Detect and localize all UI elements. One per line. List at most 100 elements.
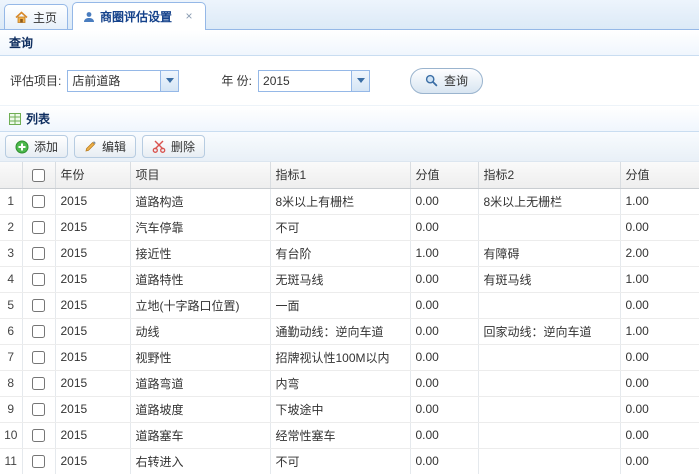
year-combobox[interactable] — [258, 69, 371, 92]
row-checkbox[interactable] — [32, 221, 45, 235]
cell-score2: 0.00 — [620, 214, 699, 241]
cell-year: 2015 — [55, 448, 131, 474]
cell-score1: 0.00 — [410, 370, 479, 397]
chevron-down-icon — [165, 78, 174, 83]
home-icon — [15, 10, 28, 24]
tab-home[interactable]: 主页 — [4, 4, 69, 29]
tab-home-label: 主页 — [33, 10, 58, 25]
table-row[interactable]: 10 2015 道路塞车 经常性塞车 0.00 0.00 — [0, 422, 699, 449]
project-field-label: 评估项目: — [10, 74, 62, 88]
cell-indicator1: 无斑马线 — [270, 266, 411, 293]
cell-score1: 0.00 — [410, 344, 479, 371]
row-number: 1 — [0, 188, 23, 215]
search-icon — [425, 74, 438, 87]
cell-score2: 0.00 — [620, 370, 699, 397]
table-row[interactable]: 2 2015 汽车停靠 不可 0.00 0.00 — [0, 214, 699, 241]
cell-score2: 1.00 — [620, 188, 699, 215]
edit-button-label: 编辑 — [102, 140, 127, 154]
table-row[interactable]: 11 2015 右转进入 不可 0.00 0.00 — [0, 448, 699, 474]
cell-score1: 0.00 — [410, 188, 479, 215]
cell-indicator2: 有障碍 — [478, 240, 621, 267]
table-row[interactable]: 8 2015 道路弯道 内弯 0.00 0.00 — [0, 370, 699, 397]
row-checkbox-cell — [22, 370, 56, 397]
year-combobox-input[interactable] — [259, 70, 352, 91]
cell-indicator2 — [478, 448, 621, 474]
cell-score1: 0.00 — [410, 422, 479, 449]
project-combobox[interactable] — [67, 69, 180, 92]
cell-score1: 0.00 — [410, 318, 479, 345]
header-row-number — [0, 162, 23, 189]
table-row[interactable]: 3 2015 接近性 有台阶 1.00 有障碍 2.00 — [0, 240, 699, 267]
cell-project: 道路坡度 — [130, 396, 271, 423]
tab-shangquan-label: 商圈评估设置 — [100, 10, 173, 24]
header-score2: 分值 — [620, 162, 699, 189]
cell-year: 2015 — [55, 396, 131, 423]
add-icon — [15, 140, 29, 154]
table-row[interactable]: 6 2015 动线 通勤动线：逆向车道 0.00 回家动线：逆向车道 1.00 — [0, 318, 699, 345]
row-checkbox-cell — [22, 240, 56, 267]
cell-project: 立地(十字路口位置) — [130, 292, 271, 319]
cell-project: 道路塞车 — [130, 422, 271, 449]
list-grid-icon — [9, 112, 21, 125]
row-checkbox[interactable] — [32, 299, 45, 313]
cell-year: 2015 — [55, 370, 131, 397]
cell-indicator2: 有斑马线 — [478, 266, 621, 293]
cell-indicator2: 回家动线：逆向车道 — [478, 318, 621, 345]
row-checkbox[interactable] — [32, 455, 45, 469]
table-row[interactable]: 5 2015 立地(十字路口位置) 一面 0.00 0.00 — [0, 292, 699, 319]
year-combobox-arrow[interactable] — [351, 70, 370, 91]
cell-score2: 0.00 — [620, 448, 699, 474]
table-header: 年份 项目 指标1 分值 指标2 分值 — [0, 162, 699, 189]
row-checkbox[interactable] — [32, 429, 45, 443]
cell-score2: 1.00 — [620, 318, 699, 345]
cell-score1: 0.00 — [410, 214, 479, 241]
table-row[interactable]: 7 2015 视野性 招牌视认性100M以内 0.00 0.00 — [0, 344, 699, 371]
table-row[interactable]: 9 2015 道路坡度 下坡途中 0.00 0.00 — [0, 396, 699, 423]
cell-year: 2015 — [55, 318, 131, 345]
data-table: 年份 项目 指标1 分值 指标2 分值 1 2015 道路构造 8米以上有栅栏 0.00… — [0, 162, 699, 474]
header-score1: 分值 — [410, 162, 479, 189]
cell-year: 2015 — [55, 292, 131, 319]
table-row[interactable]: 1 2015 道路构造 8米以上有栅栏 0.00 8米以上无栅栏 1.00 — [0, 188, 699, 215]
query-form: 评估项目: 年 份: 查询 — [0, 56, 699, 106]
cell-indicator1: 通勤动线：逆向车道 — [270, 318, 411, 345]
cell-project: 动线 — [130, 318, 271, 345]
cell-year: 2015 — [55, 344, 131, 371]
row-checkbox[interactable] — [32, 273, 45, 287]
edit-button[interactable]: 编辑 — [74, 135, 137, 158]
table-row[interactable]: 4 2015 道路特性 无斑马线 0.00 有斑马线 1.00 — [0, 266, 699, 293]
cell-project: 道路构造 — [130, 188, 271, 215]
row-number: 9 — [0, 396, 23, 423]
add-button[interactable]: 添加 — [5, 135, 69, 158]
cell-score2: 0.00 — [620, 396, 699, 423]
project-combobox-arrow[interactable] — [160, 70, 179, 91]
search-button[interactable]: 查询 — [410, 67, 484, 94]
row-checkbox[interactable] — [32, 325, 45, 339]
row-number: 2 — [0, 214, 23, 241]
year-field-label: 年 份: — [221, 74, 253, 88]
row-checkbox-cell — [22, 292, 56, 319]
row-checkbox-cell — [22, 266, 56, 293]
list-panel-header: 列表 — [0, 106, 699, 132]
project-combobox-input[interactable] — [68, 70, 161, 91]
row-checkbox-cell — [22, 188, 56, 215]
cell-score1: 0.00 — [410, 292, 479, 319]
tab-shangquan-settings[interactable]: 商圈评估设置 × — [72, 2, 207, 30]
row-checkbox[interactable] — [32, 351, 45, 365]
row-checkbox[interactable] — [32, 195, 45, 209]
cell-indicator1: 不可 — [270, 214, 411, 241]
row-checkbox-cell — [22, 214, 56, 241]
search-button-label: 查询 — [444, 74, 469, 88]
row-checkbox[interactable] — [32, 377, 45, 391]
select-all-checkbox[interactable] — [32, 168, 45, 182]
add-button-label: 添加 — [34, 140, 59, 154]
cell-indicator2 — [478, 396, 621, 423]
row-checkbox[interactable] — [32, 403, 45, 417]
row-number: 11 — [0, 448, 23, 474]
close-icon[interactable]: × — [183, 10, 195, 23]
delete-scissors-icon — [152, 140, 166, 153]
delete-button[interactable]: 删除 — [142, 135, 206, 158]
cell-score1: 1.00 — [410, 240, 479, 267]
row-checkbox-cell — [22, 318, 56, 345]
row-checkbox[interactable] — [32, 247, 45, 261]
